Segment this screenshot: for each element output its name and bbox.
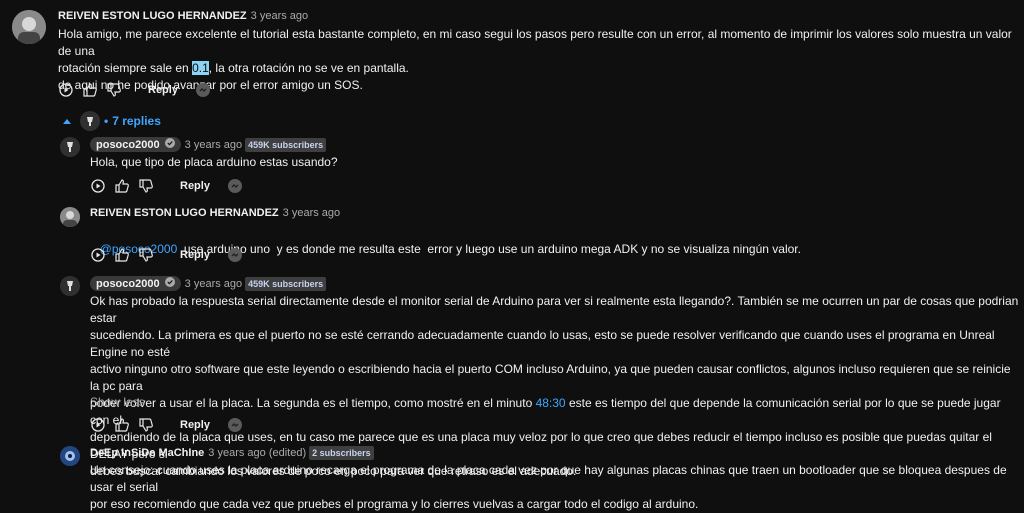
subscriber-badge: 2 subscribers: [309, 446, 374, 460]
avatar-reiven[interactable]: [12, 10, 46, 44]
reply-button[interactable]: Reply: [180, 180, 210, 192]
thumb-up-icon[interactable]: [114, 247, 130, 263]
comment-header: REIVEN ESTON LUGO HERNANDEZ 3 years ago: [58, 10, 308, 22]
subscriber-badge: 459K subscribers: [245, 137, 327, 152]
reply-button[interactable]: Reply: [148, 84, 178, 96]
play-circle-icon[interactable]: [90, 417, 106, 433]
reply-button[interactable]: Reply: [180, 419, 210, 431]
timestamp-link[interactable]: 48:30: [536, 396, 566, 410]
reply-header: posoco2000 3 years ago 459K subscribers: [90, 276, 327, 291]
reply-actions: Reply: [90, 247, 242, 263]
reply-header: posoco2000 3 years ago 459K subscribers: [90, 137, 327, 152]
play-circle-icon[interactable]: [90, 178, 106, 194]
subscriber-badge: 459K subscribers: [245, 276, 327, 291]
disabled-circle-icon[interactable]: [195, 83, 210, 97]
disabled-circle-icon[interactable]: [227, 179, 242, 193]
replies-toggle[interactable]: • 7 replies: [62, 111, 161, 131]
avatar-deep-inside-machine[interactable]: [60, 446, 80, 466]
disabled-circle-icon[interactable]: [227, 248, 242, 262]
thumb-down-icon[interactable]: [138, 247, 154, 263]
thumb-up-icon[interactable]: [114, 417, 130, 433]
thumb-up-icon[interactable]: [114, 178, 130, 194]
verified-check-icon: [164, 277, 175, 290]
caret-up-icon: [62, 114, 72, 128]
disabled-circle-icon[interactable]: [227, 418, 242, 432]
reply-author[interactable]: DeEp InSiDe MaChIne: [90, 447, 204, 459]
reply-button[interactable]: Reply: [180, 249, 210, 261]
thumb-down-icon[interactable]: [138, 178, 154, 194]
reply-actions: Reply: [90, 417, 242, 433]
reply-author[interactable]: REIVEN ESTON LUGO HERNANDEZ: [90, 207, 279, 219]
reply-time[interactable]: 3 years ago: [185, 278, 242, 290]
comment-actions: Reply: [58, 82, 210, 98]
highlighted-text: 0.1: [192, 61, 209, 75]
reply-body: Un consejo: cuando uses la placa arduino…: [90, 463, 1007, 511]
creator-avatar: [80, 111, 100, 131]
avatar-posoco2000[interactable]: [60, 276, 80, 296]
reply-body: Hola, que tipo de placa arduino estas us…: [90, 155, 338, 169]
reply-header: DeEp InSiDe MaChIne 3 years ago (edited)…: [90, 446, 374, 460]
creator-author-chip[interactable]: posoco2000: [90, 276, 181, 291]
comment-time[interactable]: 3 years ago: [251, 10, 308, 22]
creator-author-chip[interactable]: posoco2000: [90, 137, 181, 152]
avatar-posoco2000[interactable]: [60, 137, 80, 157]
reply-header: REIVEN ESTON LUGO HERNANDEZ 3 years ago: [90, 207, 340, 219]
reply-time[interactable]: 3 years ago: [185, 139, 242, 151]
thumb-up-icon[interactable]: [82, 82, 98, 98]
avatar-reiven[interactable]: [60, 207, 80, 227]
replies-count[interactable]: 7 replies: [112, 114, 161, 128]
verified-check-icon: [164, 138, 175, 151]
show-less-button[interactable]: Show less: [90, 395, 145, 409]
reply-actions: Reply: [90, 178, 242, 194]
dot-separator: •: [104, 114, 109, 128]
play-circle-icon[interactable]: [90, 247, 106, 263]
thumb-down-icon[interactable]: [106, 82, 122, 98]
reply-time[interactable]: 3 years ago (edited): [208, 447, 306, 459]
reply-time[interactable]: 3 years ago: [283, 207, 340, 219]
comment-author[interactable]: REIVEN ESTON LUGO HERNANDEZ: [58, 10, 247, 22]
play-circle-icon[interactable]: [58, 82, 74, 98]
thumb-down-icon[interactable]: [138, 417, 154, 433]
